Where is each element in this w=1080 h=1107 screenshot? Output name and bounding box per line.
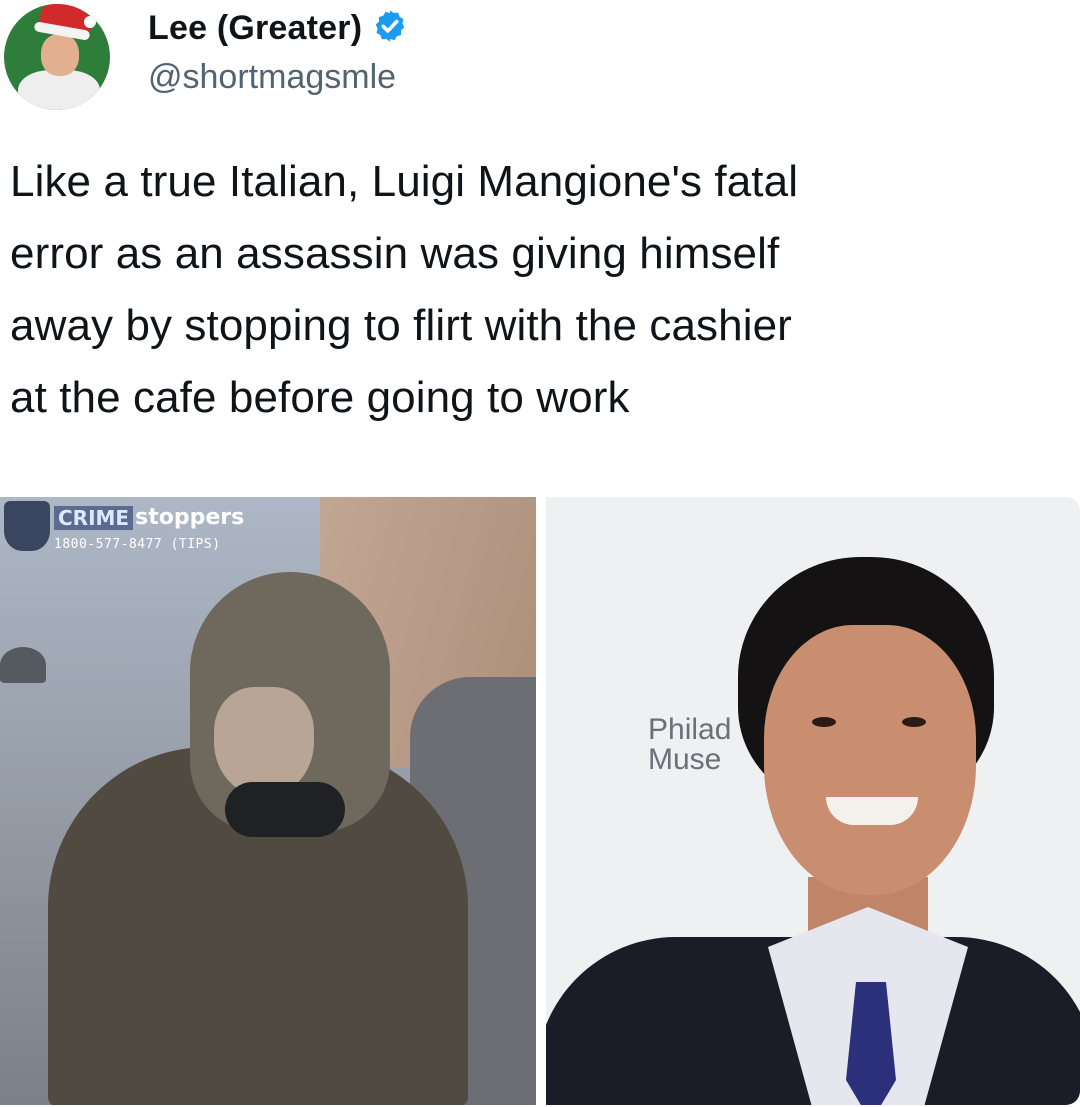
backdrop-text: Philad Muse [648, 713, 732, 776]
tweet-text: Like a true Italian, Luigi Mangione's fa… [10, 157, 799, 422]
author-handle[interactable]: @shortmagsmle [148, 58, 396, 97]
author-display-name[interactable]: Lee (Greater) [148, 9, 362, 48]
media-image-portrait[interactable]: Philad Muse [546, 497, 1080, 1105]
tweet-media[interactable]: CRIME stoppers 1800-577-8477 (TIPS) Phila… [0, 497, 1080, 1107]
nypd-badge-icon [4, 501, 50, 551]
verified-badge-icon [372, 8, 408, 49]
crimestoppers-logo: CRIME stoppers [54, 505, 244, 530]
tips-phone-number: 1800-577-8477 (TIPS) [54, 537, 221, 552]
avatar[interactable] [4, 4, 110, 110]
media-image-surveillance[interactable]: CRIME stoppers 1800-577-8477 (TIPS) [0, 497, 536, 1105]
author-name-row: Lee (Greater) [148, 8, 408, 48]
